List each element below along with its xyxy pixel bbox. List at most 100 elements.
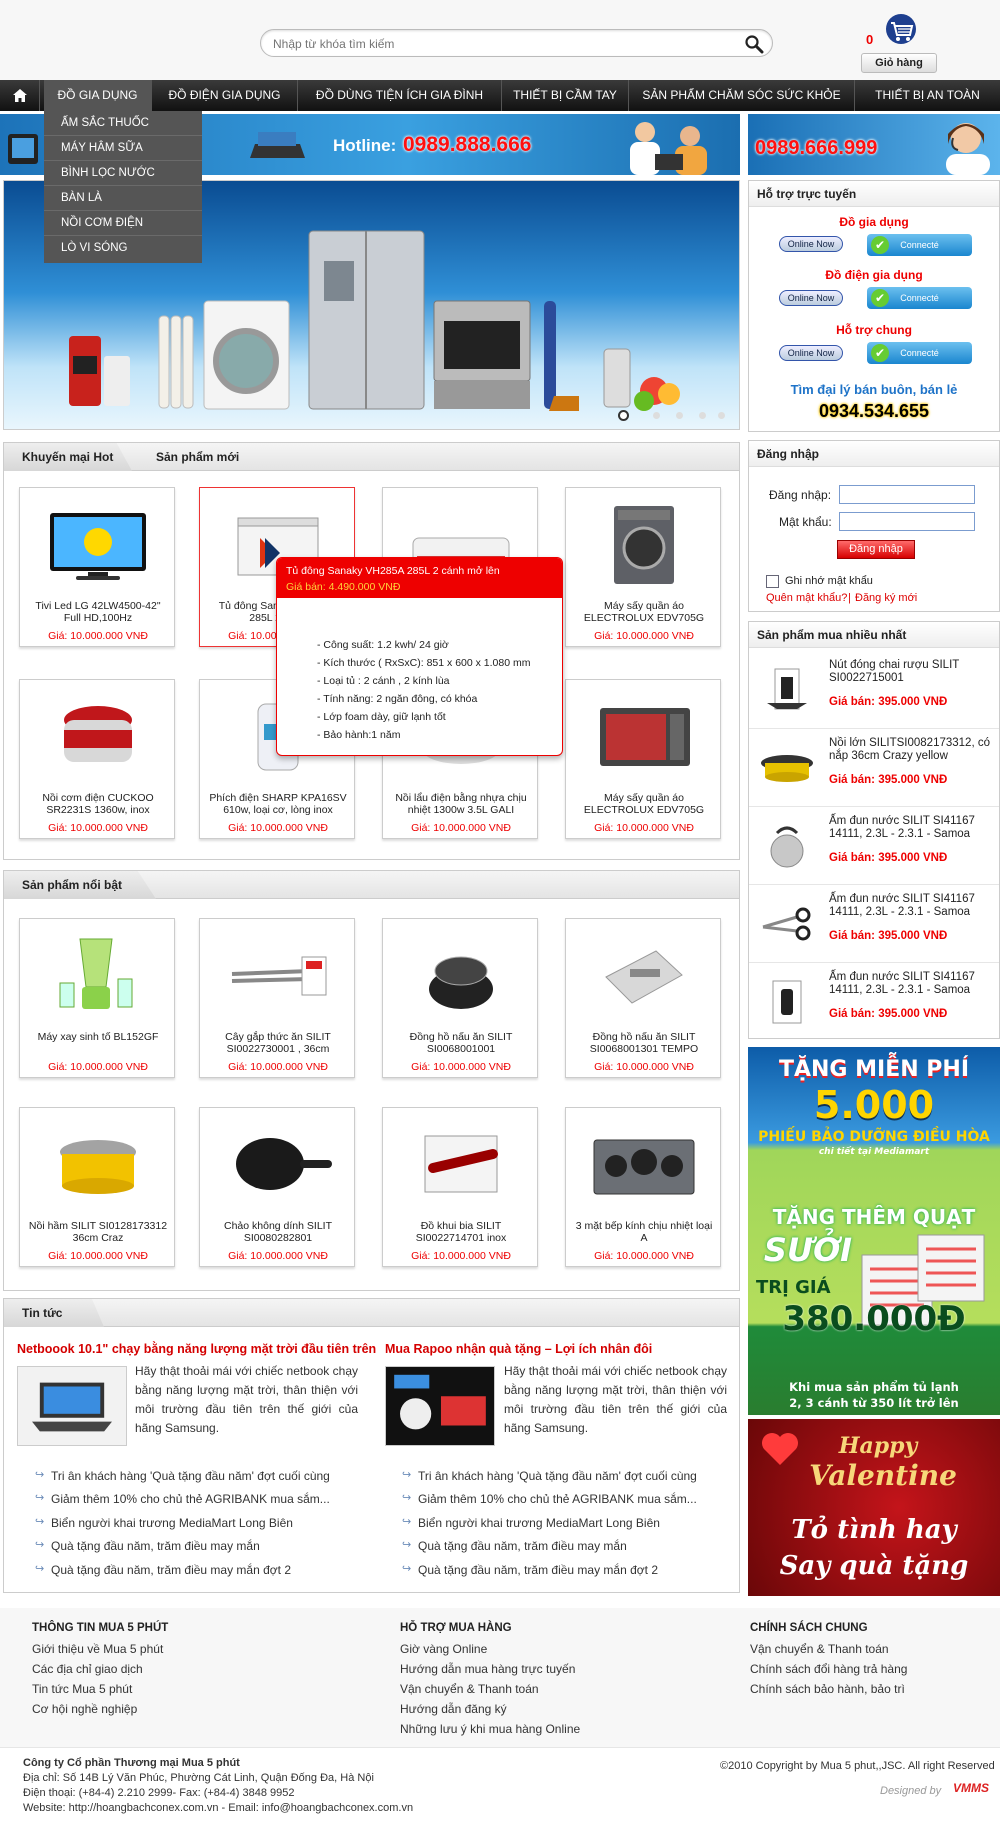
- login-button[interactable]: Đăng nhập: [837, 540, 915, 559]
- tab-san-pham-moi[interactable]: Sản phẩm mới: [138, 443, 258, 471]
- product-card[interactable]: Tivi Led LG 42LW4500-42" Full HD,100Hz G…: [19, 487, 175, 647]
- news-link[interactable]: Quà tặng đầu năm, trăm điều may mắn: [35, 1538, 260, 1553]
- tooltip-spec: - Loại tủ : 2 cánh , 2 kính lùa: [317, 675, 450, 687]
- product-card[interactable]: Đồng hồ nấu ăn SILIT SI0068001001 Giá: 1…: [382, 918, 538, 1078]
- promo-banner-valentine[interactable]: Happy Valentine Tỏ tình hay Say quà tặng: [748, 1419, 1000, 1596]
- dropdown-item-binh-loc-nuoc[interactable]: BÌNH LỌC NƯỚC: [44, 161, 202, 186]
- password-label: Mật khẩu:: [779, 515, 832, 529]
- promo-banner-air-conditioner[interactable]: TẶNG MIỄN PHÍ 5.000 PHIẾU BẢO DƯỠNG ĐIỀU…: [748, 1047, 1000, 1415]
- nav-item-cham-soc-suc-khoe[interactable]: SẢN PHẨM CHĂM SÓC SỨC KHỎE: [629, 80, 855, 111]
- product-card[interactable]: Cây gắp thức ăn SILIT SI0022730001 , 36c…: [199, 918, 355, 1078]
- home-nav-button[interactable]: [0, 80, 40, 111]
- tab-khuyen-mai-hot[interactable]: Khuyến mại Hot: [4, 443, 132, 471]
- footer-link[interactable]: Chính sách bảo hành, bảo trì: [750, 1682, 905, 1696]
- product-card[interactable]: 3 mặt bếp kính chịu nhiệt loại A Giá: 10…: [565, 1107, 721, 1267]
- bestseller-item[interactable]: Nút đóng chai rượu SILIT SI0022715001 Gi…: [749, 651, 999, 729]
- news-link[interactable]: Quà tặng đầu năm, trăm điều may mắn đợt …: [402, 1562, 658, 1577]
- news-headline-right[interactable]: Mua Rapoo nhận quà tặng – Lợi ích nhân đ…: [385, 1342, 652, 1356]
- product-card[interactable]: Máy xay sinh tố BL152GF Giá: 10.000.000 …: [19, 918, 175, 1078]
- register-link[interactable]: Đăng ký mới: [855, 592, 917, 604]
- search-input[interactable]: [273, 35, 713, 53]
- slider-dot-3[interactable]: [676, 412, 683, 419]
- product-tooltip: Tủ đông Sanaky VH285A 285L 2 cánh mở lên…: [276, 557, 563, 756]
- dropdown-item-am-sac-thuoc[interactable]: ẤM SẮC THUỐC: [44, 111, 202, 136]
- footer-link[interactable]: Giờ vàng Online: [400, 1642, 487, 1656]
- online-now-badge[interactable]: Online Now: [779, 345, 843, 361]
- product-card[interactable]: Đồ khui bia SILIT SI0022714701 inox Giá:…: [382, 1107, 538, 1267]
- nav-item-thiet-bi-cam-tay[interactable]: THIẾT BỊ CẦM TAY: [502, 80, 629, 111]
- footer-link[interactable]: Hướng dẫn mua hàng trực tuyến: [400, 1662, 575, 1676]
- online-now-badge[interactable]: Online Now: [779, 290, 843, 306]
- product-card[interactable]: Máy sấy quần áo ELECTROLUX EDV705G Giá: …: [565, 487, 721, 647]
- news-link[interactable]: Tri ân khách hàng 'Quà tặng đầu năm' đợt…: [35, 1468, 330, 1483]
- nav-item-do-dien-gia-dung[interactable]: ĐỒ ĐIỆN GIA DỤNG: [152, 80, 298, 111]
- product-price: Giá: 10.000.000 VNĐ: [48, 822, 148, 834]
- home-icon: [12, 89, 27, 102]
- bestseller-item[interactable]: Ấm đun nước SILIT SI41167 14111, 2.3L - …: [749, 963, 999, 1041]
- product-name: Phích điện SHARP KPA16SV 610w, loại cơ, …: [209, 792, 347, 816]
- product-card[interactable]: Chảo không dính SILIT SI0080282801 Giá: …: [199, 1107, 355, 1267]
- connect-button[interactable]: ✔ Connecté: [867, 342, 972, 364]
- password-input[interactable]: [839, 512, 975, 531]
- footer-link[interactable]: Các địa chỉ giao dịch: [32, 1662, 143, 1676]
- dropdown-item-noi-com-dien[interactable]: NỒI CƠM ĐIỆN: [44, 211, 202, 236]
- shopping-cart-icon[interactable]: [883, 13, 919, 47]
- footer-link[interactable]: Vận chuyển & Thanh toán: [400, 1682, 539, 1696]
- product-price: Giá: 10.000.000 VNĐ: [411, 822, 511, 834]
- product-image-gas-stove: [593, 1139, 695, 1195]
- product-card[interactable]: Nồi hầm SILIT SI0128173312 36cm Craz Giá…: [19, 1107, 175, 1267]
- product-card[interactable]: Máy sấy quần áo ELECTROLUX EDV705G Giá: …: [565, 679, 721, 839]
- product-price: Giá: 10.000.000 VNĐ: [411, 1250, 511, 1262]
- news-link[interactable]: Giảm thêm 10% cho chủ thẻ AGRIBANK mua s…: [35, 1491, 330, 1506]
- footer-link[interactable]: Giới thiệu về Mua 5 phút: [32, 1642, 163, 1656]
- copyright: ©2010 Copyright by Mua 5 phut,,JSC. All …: [720, 1760, 995, 1772]
- product-price: Giá: 10.000.000 VNĐ: [411, 1061, 511, 1073]
- product-card[interactable]: Nồi cơm điện CUCKOO SR2231S 1360w, inox …: [19, 679, 175, 839]
- footer-link[interactable]: Vận chuyển & Thanh toán: [750, 1642, 889, 1656]
- dropdown-item-ban-la[interactable]: BÀN LÀ: [44, 186, 202, 211]
- remember-checkbox[interactable]: [766, 575, 779, 588]
- product-price: Giá: 10.000.000 VNĐ: [228, 1061, 328, 1073]
- news-link[interactable]: Biển người khai trương MediaMart Long Bi…: [402, 1515, 660, 1530]
- slider-dot-1[interactable]: [618, 410, 629, 421]
- online-now-badge[interactable]: Online Now: [779, 236, 843, 252]
- dropdown-item-lo-vi-song[interactable]: LÒ VI SÓNG: [44, 236, 202, 261]
- support-agent-image: [946, 123, 990, 175]
- footer-link[interactable]: Tin tức Mua 5 phút: [32, 1682, 132, 1696]
- search-icon[interactable]: [744, 34, 764, 54]
- news-link[interactable]: Tri ân khách hàng 'Quà tặng đầu năm' đợt…: [402, 1468, 697, 1483]
- cart-button[interactable]: Giỏ hàng: [861, 53, 937, 73]
- bestseller-item[interactable]: Ấm đun nước SILIT SI41167 14111, 2.3L - …: [749, 885, 999, 963]
- footer-link[interactable]: Cơ hội nghề nghiệp: [32, 1702, 137, 1716]
- username-label: Đăng nhập:: [769, 488, 832, 502]
- footer-link[interactable]: Hướng dẫn đăng ký: [400, 1702, 507, 1716]
- slider-dot-5[interactable]: [718, 412, 725, 419]
- nav-item-thiet-bi-an-toan[interactable]: THIẾT BỊ AN TOÀN: [855, 80, 1000, 111]
- footer-link[interactable]: Những lưu ý khi mua hàng Online: [400, 1722, 580, 1736]
- forgot-password-link[interactable]: Quên mật khẩu?: [766, 592, 847, 604]
- designer-logo[interactable]: VMMS: [953, 1781, 989, 1795]
- nav-item-do-dung-tien-ich[interactable]: ĐỒ DÙNG TIỆN ÍCH GIA ĐÌNH: [298, 80, 502, 111]
- slider-dot-4[interactable]: [699, 412, 706, 419]
- connect-button[interactable]: ✔ Connecté: [867, 234, 972, 256]
- news-link[interactable]: Giảm thêm 10% cho chủ thẻ AGRIBANK mua s…: [402, 1491, 697, 1506]
- dropdown-item-may-ham-sua[interactable]: MÁY HÂM SỮA: [44, 136, 202, 161]
- ad-text: 2, 3 cánh từ 350 lít trở lên: [789, 1396, 959, 1410]
- bestseller-item[interactable]: Ấm đun nước SILIT SI41167 14111, 2.3L - …: [749, 807, 999, 885]
- news-link[interactable]: Biển người khai trương MediaMart Long Bi…: [35, 1515, 293, 1530]
- nav-item-do-gia-dung[interactable]: ĐỒ GIA DỤNG: [44, 80, 152, 111]
- username-input[interactable]: [839, 485, 975, 504]
- bestseller-item[interactable]: Nồi lớn SILITSI0082173312, có nắp 36cm C…: [749, 729, 999, 807]
- news-link[interactable]: Quà tặng đầu năm, trăm điều may mắn: [402, 1538, 627, 1553]
- news-summary-right: Hãy thật thoải mái với chiếc netbook chạ…: [504, 1364, 727, 1435]
- connect-button[interactable]: ✔ Connecté: [867, 287, 972, 309]
- news-headline-left[interactable]: Netboook 10.1" chạy bằng năng lượng mặt …: [17, 1342, 376, 1356]
- tooltip-spec: - Tính năng: 2 ngăn đông, có khóa: [317, 693, 478, 705]
- company-phone: Điện thoại: (+84-4) 2.210 2999- Fax: (+8…: [23, 1787, 295, 1799]
- product-card[interactable]: Đồng hồ nấu ăn SILIT SI0068001301 TEMPO …: [565, 918, 721, 1078]
- featured-products-panel: Sản phẩm nổi bật Máy xay sinh tố BL152GF…: [3, 870, 740, 1291]
- product-image-microwave: [600, 708, 690, 766]
- news-link[interactable]: Quà tặng đầu năm, trăm điều may mắn đợt …: [35, 1562, 291, 1577]
- footer-link[interactable]: Chính sách đổi hàng trả hàng: [750, 1662, 907, 1676]
- slider-dot-2[interactable]: [653, 412, 660, 419]
